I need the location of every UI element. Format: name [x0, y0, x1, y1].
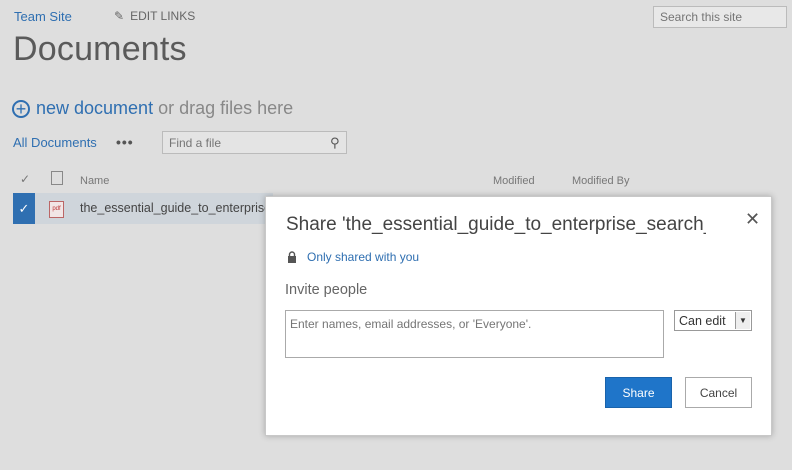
dialog-title: Share 'the_essential_guide_to_enterprise…	[286, 214, 706, 235]
invite-people-input[interactable]	[285, 310, 664, 358]
site-link[interactable]: Team Site	[14, 9, 72, 24]
view-all-documents[interactable]: All Documents	[13, 135, 97, 150]
add-circle-icon: +	[12, 99, 30, 118]
find-file-input[interactable]	[163, 134, 326, 151]
invite-label: Invite people	[285, 282, 368, 298]
permission-select[interactable]: Can edit ▼	[674, 310, 752, 331]
share-button[interactable]: Share	[605, 377, 672, 408]
more-options-icon[interactable]: •••	[116, 134, 134, 150]
select-all-checkmark-icon[interactable]: ✓	[20, 172, 30, 186]
new-document-link[interactable]: new document	[36, 98, 153, 119]
document-type-icon	[51, 171, 63, 185]
drag-hint: or drag files here	[158, 98, 294, 118]
search-icon[interactable]: ⚲	[330, 135, 340, 151]
edit-links-button[interactable]: ✎ EDIT LINKS	[114, 9, 195, 23]
cancel-button[interactable]: Cancel	[685, 377, 752, 408]
close-icon[interactable]: ✕	[745, 209, 760, 230]
pencil-icon: ✎	[114, 9, 125, 23]
page-title: Documents	[13, 30, 187, 68]
lock-icon	[288, 251, 296, 263]
column-header-name[interactable]: Name	[80, 175, 109, 187]
shared-status-link[interactable]: Only shared with you	[307, 250, 419, 264]
pdf-icon: pdf	[49, 201, 64, 218]
edit-links-label: EDIT LINKS	[130, 9, 196, 23]
permission-value: Can edit	[679, 313, 726, 328]
find-file-box[interactable]: ⚲	[162, 131, 347, 154]
file-name[interactable]: the_essential_guide_to_enterprise_search…	[80, 201, 265, 215]
chevron-down-icon[interactable]: ▼	[735, 312, 750, 329]
share-dialog: Share 'the_essential_guide_to_enterprise…	[265, 196, 772, 436]
column-header-modified[interactable]: Modified	[493, 175, 535, 187]
search-site-input[interactable]	[653, 6, 787, 28]
new-document-area[interactable]: + new document or drag files here	[12, 98, 293, 119]
column-header-modified-by[interactable]: Modified By	[572, 175, 629, 187]
row-checkmark-icon[interactable]: ✓	[13, 193, 35, 224]
